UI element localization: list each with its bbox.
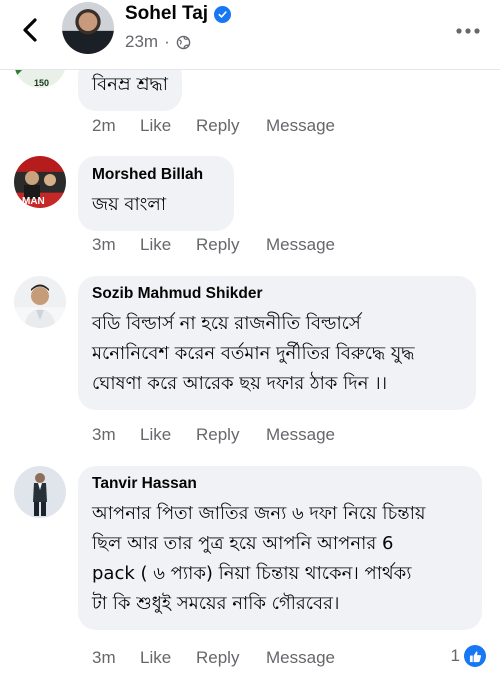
- commenter-avatar[interactable]: [14, 276, 66, 328]
- reply-button[interactable]: Reply: [196, 235, 266, 255]
- comment-text-line: pack ( ৬ প্যাক) নিয়া চিন্তায় থাকেন। পা…: [92, 563, 412, 584]
- comment-author[interactable]: Tanvir Hassan: [92, 475, 468, 493]
- reply-button[interactable]: Reply: [196, 116, 266, 136]
- comment-time: 3m: [92, 235, 116, 254]
- svg-text:150: 150: [34, 78, 49, 88]
- comment-text: আপনার পিতা জাতির জন্য ৬ দফা নিয়ে চিন্তা…: [92, 499, 468, 619]
- comment-text: জয় বাংলা: [92, 194, 167, 215]
- comment-author[interactable]: Sozib Mahmud Shikder: [92, 285, 462, 303]
- message-button[interactable]: Message: [266, 235, 335, 255]
- comment-actions: 3m Like Reply Message: [92, 425, 335, 445]
- comment-text-line: ছিল আর তার পুত্র হয়ে আপনি আপনার 6: [92, 533, 394, 554]
- author-name-text[interactable]: Sohel Taj: [125, 3, 208, 25]
- like-button[interactable]: Like: [140, 235, 196, 255]
- comment-actions: 2m Like Reply Message: [92, 116, 335, 136]
- back-button[interactable]: [14, 14, 46, 46]
- globe-icon: [176, 35, 191, 49]
- comment-text: বিনম্র শ্রদ্ধা: [92, 74, 168, 95]
- thumbs-up-icon: [464, 645, 486, 667]
- commenter-avatar[interactable]: MAN: [14, 156, 66, 208]
- message-button[interactable]: Message: [266, 648, 335, 668]
- chevron-left-icon: [23, 18, 37, 42]
- reply-button[interactable]: Reply: [196, 648, 266, 668]
- more-options-button[interactable]: [456, 20, 480, 39]
- comment-bubble: Sozib Mahmud Shikder বডি বিল্ডার্স না হয…: [78, 276, 476, 410]
- message-button[interactable]: Message: [266, 116, 335, 136]
- meta-separator: ·: [164, 32, 170, 51]
- comment-bubble: Tanvir Hassan আপনার পিতা জাতির জন্য ৬ দফ…: [78, 466, 482, 630]
- verified-badge-icon: [214, 5, 232, 23]
- svg-text:MAN: MAN: [22, 196, 45, 207]
- comment-text-line: আপনার পিতা জাতির জন্য ৬ দফা নিয়ে চিন্তা…: [92, 503, 426, 524]
- reply-button[interactable]: Reply: [196, 425, 266, 445]
- like-button[interactable]: Like: [140, 116, 196, 136]
- like-button[interactable]: Like: [140, 425, 196, 445]
- comment-actions: 3m Like Reply Message: [92, 235, 335, 255]
- author-avatar[interactable]: [62, 2, 114, 54]
- post-header: Sohel Taj 23m ·: [0, 0, 500, 70]
- comment-text-line: বডি বিল্ডার্স না হয়ে রাজনীতি বিল্ডার্সে: [92, 313, 361, 334]
- comment-text-line: টা কি শুধুই সময়ের নাকি গৌরবের।: [92, 593, 340, 614]
- post-time[interactable]: 23m: [125, 32, 158, 52]
- like-button[interactable]: Like: [140, 648, 196, 668]
- post-meta: 23m ·: [125, 32, 191, 52]
- comment-text-line: মনোনিবেশ করেন বর্তমান দুর্নীতির বিরুদ্ধে…: [92, 343, 415, 364]
- comment-time: 3m: [92, 648, 116, 667]
- more-horizontal-icon: [456, 28, 480, 34]
- reaction-summary[interactable]: 1: [451, 645, 486, 667]
- comment-author[interactable]: Morshed Billah: [92, 166, 220, 184]
- message-button[interactable]: Message: [266, 425, 335, 445]
- reaction-count: 1: [450, 646, 460, 665]
- commenter-avatar[interactable]: [14, 466, 66, 518]
- comment-bubble: Morshed Billah জয় বাংলা: [78, 156, 234, 231]
- comment-text-line: ঘোষণা করে আরেক ছয় দফার ঠাক দিন ।।: [92, 373, 388, 394]
- comment-text: বডি বিল্ডার্স না হয়ে রাজনীতি বিল্ডার্সে…: [92, 309, 462, 399]
- comment-actions: 3m Like Reply Message: [92, 648, 335, 668]
- author-name[interactable]: Sohel Taj: [125, 3, 232, 25]
- comment-time: 2m: [92, 116, 116, 135]
- comment-time: 3m: [92, 425, 116, 444]
